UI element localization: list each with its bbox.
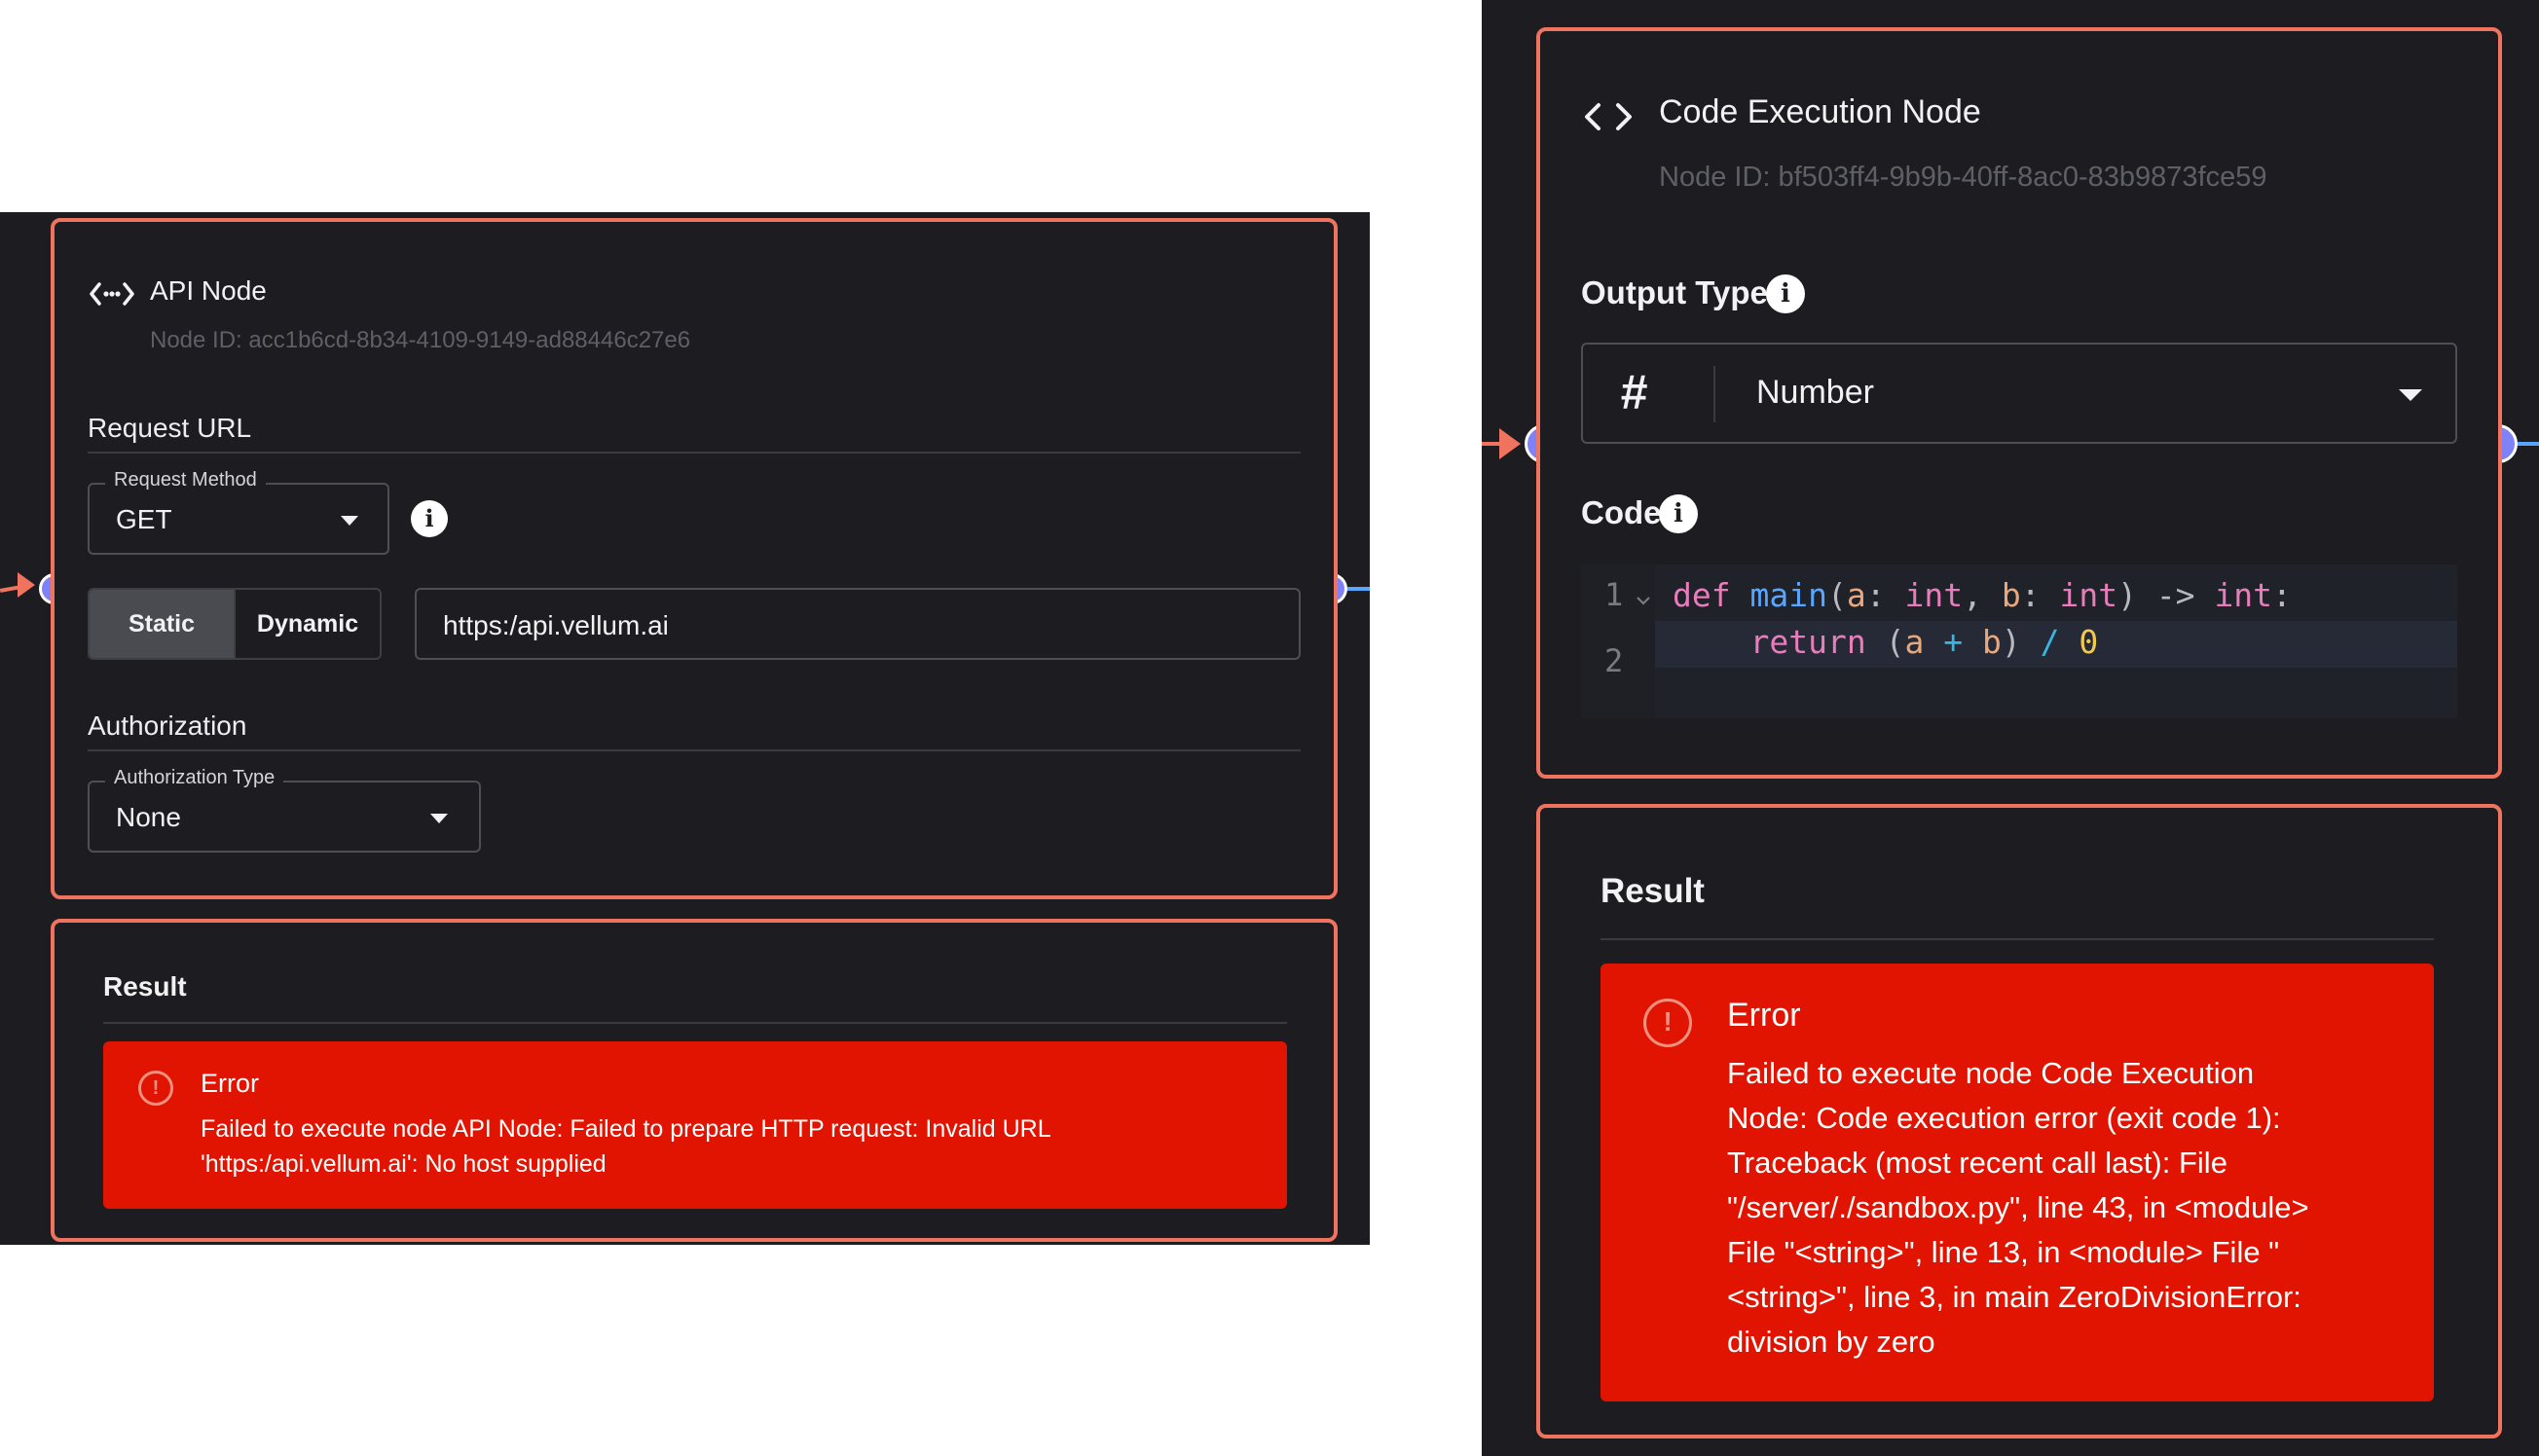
code-line-1: def main(a: int, b: int) -> int: xyxy=(1673,576,2292,614)
code-icon xyxy=(1585,103,1632,130)
authorization-heading: Authorization xyxy=(88,710,247,741)
output-type-select[interactable]: # Number xyxy=(1581,343,2457,444)
toggle-dynamic[interactable]: Dynamic xyxy=(236,590,380,658)
node-id: Node ID: acc1b6cd-8b34-4109-9149-ad88446… xyxy=(150,327,691,353)
error-line: division by zero xyxy=(1727,1325,1935,1359)
node-id: Node ID: bf503ff4-9b9b-40ff-8ac0-83b9873… xyxy=(1659,162,2267,193)
incoming-arrow xyxy=(18,572,35,598)
authorization-divider xyxy=(88,749,1301,751)
api-error-alert: ! Error Failed to execute node API Node:… xyxy=(103,1041,1287,1209)
url-mode-toggle: Static Dynamic xyxy=(88,588,382,660)
code-node-card[interactable]: Code Execution Node Node ID: bf503ff4-9b… xyxy=(1536,27,2502,779)
authorization-type-value: None xyxy=(116,802,181,832)
request-url-heading: Request URL xyxy=(88,413,252,443)
error-icon: ! xyxy=(1643,999,1692,1047)
line-number: 1 xyxy=(1604,576,1624,613)
code-line-2: return (a + b) / 0 xyxy=(1749,623,2099,661)
outgoing-edge xyxy=(2518,442,2539,446)
chevron-down-icon xyxy=(430,814,448,823)
request-method-value: GET xyxy=(116,504,172,534)
error-line: Failed to execute node Code Execution xyxy=(1727,1056,2255,1090)
code-editor[interactable]: 1 2 def main(a: int, b: int) -> int: ret… xyxy=(1581,564,2457,718)
fold-chevron-icon[interactable] xyxy=(1636,594,1651,607)
error-title: Error xyxy=(1727,997,1801,1034)
incoming-arrow xyxy=(1499,428,1521,459)
error-message-line-1: Failed to execute node API Node: Failed … xyxy=(201,1115,1051,1143)
result-heading: Result xyxy=(1601,872,1705,910)
error-icon: ! xyxy=(138,1071,173,1106)
request-url-divider xyxy=(88,452,1301,454)
output-type-separator xyxy=(1713,366,1715,422)
request-method-label: Request Method xyxy=(105,469,266,491)
api-result-card: Result ! Error Failed to execute node AP… xyxy=(51,919,1338,1242)
error-line: File "<string>", line 13, in <module> Fi… xyxy=(1727,1235,2280,1269)
error-message: Failed to execute node Code Execution No… xyxy=(1727,1051,2409,1365)
node-title: Code Execution Node xyxy=(1659,93,1981,130)
code-result-card: Result ! Error Failed to execute node Co… xyxy=(1536,804,2502,1438)
api-node-canvas: API Node Node ID: acc1b6cd-8b34-4109-914… xyxy=(0,212,1370,1245)
result-heading: Result xyxy=(103,971,187,1001)
url-input[interactable]: https:/api.vellum.ai xyxy=(415,588,1301,660)
authorization-type-select[interactable]: None xyxy=(88,781,481,853)
error-title: Error xyxy=(201,1069,259,1098)
chevron-down-icon xyxy=(341,516,358,526)
authorization-type-label: Authorization Type xyxy=(105,767,284,789)
error-line: Node: Code execution error (exit code 1)… xyxy=(1727,1101,2281,1135)
request-method-info-icon[interactable]: i xyxy=(411,500,448,537)
api-node-card[interactable]: API Node Node ID: acc1b6cd-8b34-4109-914… xyxy=(51,218,1338,899)
toggle-static[interactable]: Static xyxy=(90,590,236,658)
error-line: Traceback (most recent call last): File xyxy=(1727,1146,2227,1180)
error-message-line-2: 'https:/api.vellum.ai': No host supplied xyxy=(201,1150,607,1178)
url-input-value: https:/api.vellum.ai xyxy=(443,610,669,640)
code-heading: Code xyxy=(1581,494,1662,530)
code-error-alert: ! Error Failed to execute node Code Exec… xyxy=(1601,964,2434,1401)
output-type-info-icon[interactable]: i xyxy=(1766,274,1805,313)
output-type-value: Number xyxy=(1756,374,1874,411)
result-divider xyxy=(103,1022,1287,1024)
line-number: 2 xyxy=(1604,642,1624,679)
number-type-icon: # xyxy=(1620,365,1647,419)
output-type-heading: Output Type xyxy=(1581,274,1768,310)
api-icon xyxy=(90,282,134,306)
result-divider xyxy=(1601,938,2434,940)
error-line: "/server/./sandbox.py", line 43, in <mod… xyxy=(1727,1190,2309,1224)
code-node-canvas: Code Execution Node Node ID: bf503ff4-9b… xyxy=(1482,0,2539,1456)
node-title: API Node xyxy=(150,275,267,306)
code-info-icon[interactable]: i xyxy=(1659,494,1698,533)
error-line: <string>", line 3, in main ZeroDivisionE… xyxy=(1727,1280,2301,1314)
outgoing-edge xyxy=(1347,587,1370,591)
chevron-down-icon xyxy=(2399,389,2422,401)
request-method-select[interactable]: GET xyxy=(88,483,389,555)
